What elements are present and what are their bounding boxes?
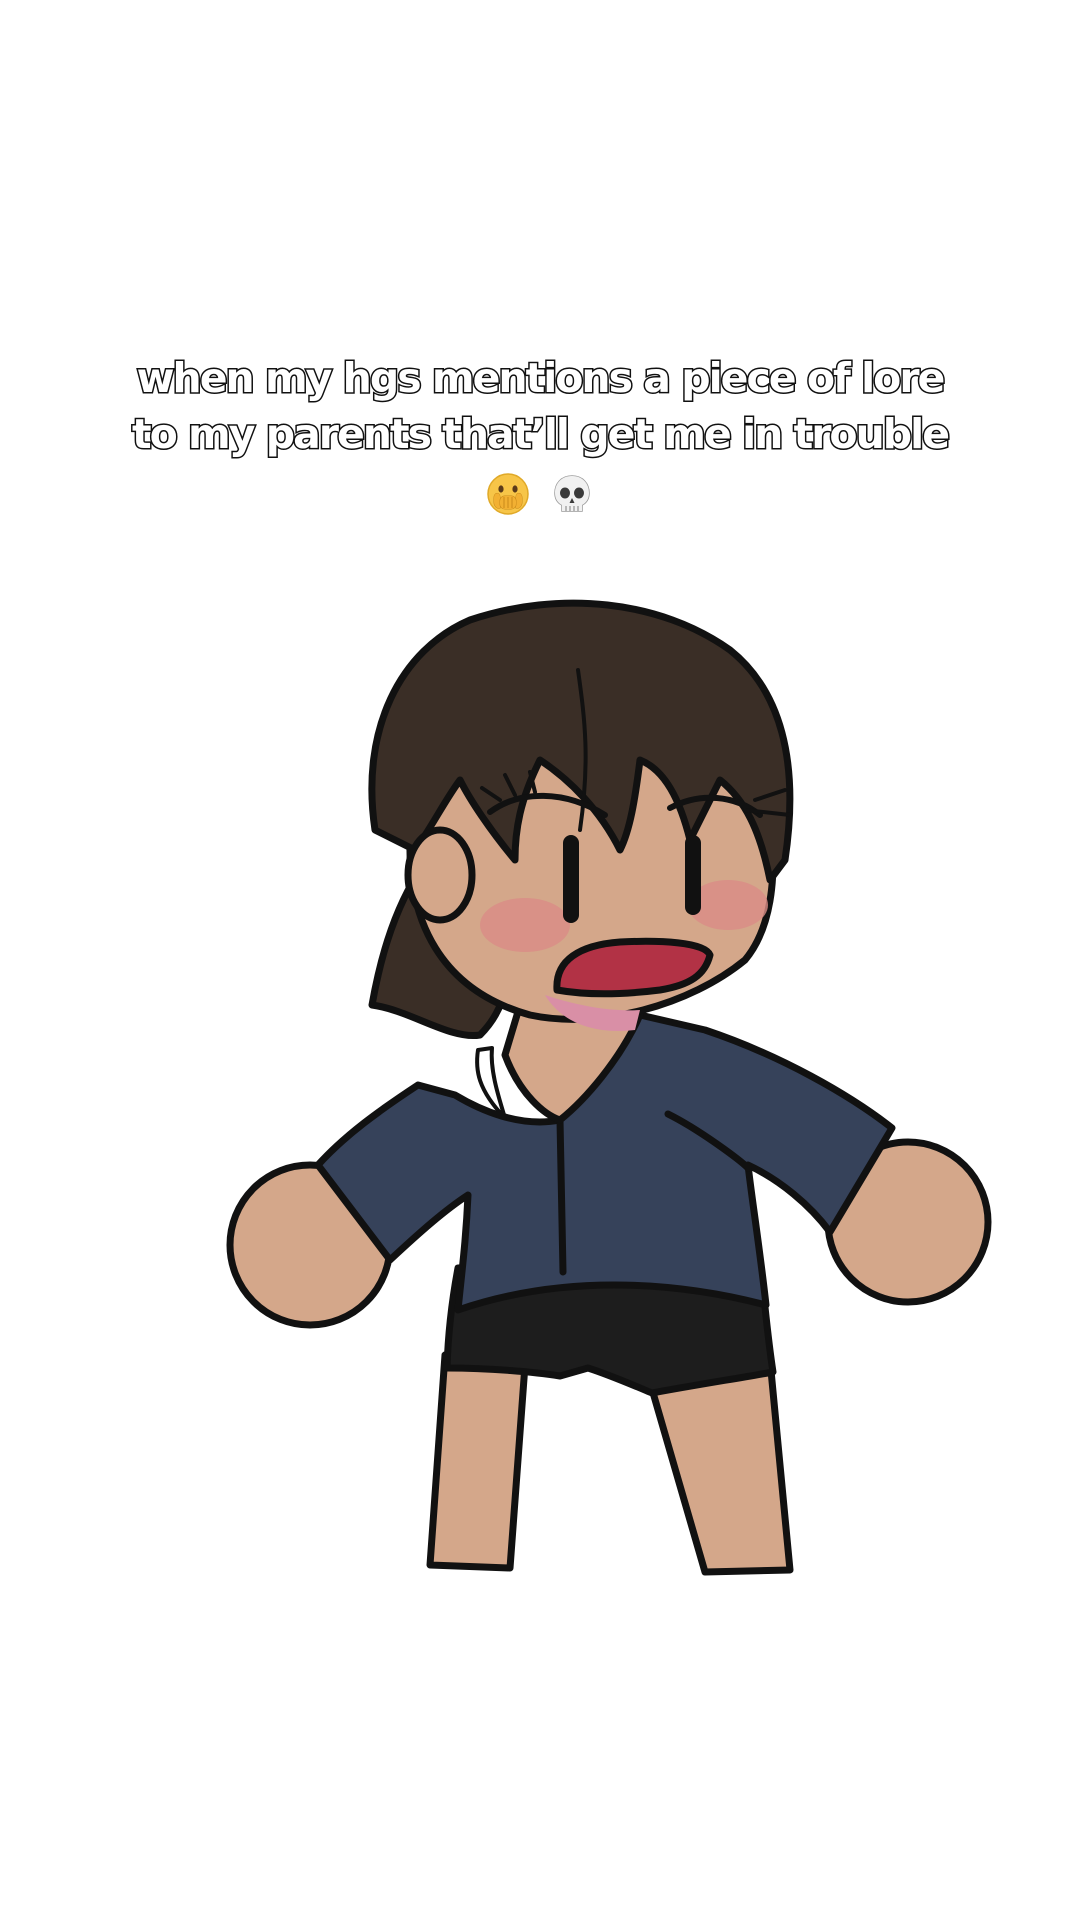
left-leg: [426, 1351, 529, 1572]
right-eye: [685, 835, 701, 915]
video-frame: when my hgs mentions a piece of lore to …: [0, 0, 1080, 1920]
ear: [404, 826, 476, 924]
left-eye: [563, 835, 579, 923]
blush-left: [480, 898, 570, 952]
mouth: [553, 937, 714, 998]
cartoon-character-illustration: [226, 599, 992, 1576]
